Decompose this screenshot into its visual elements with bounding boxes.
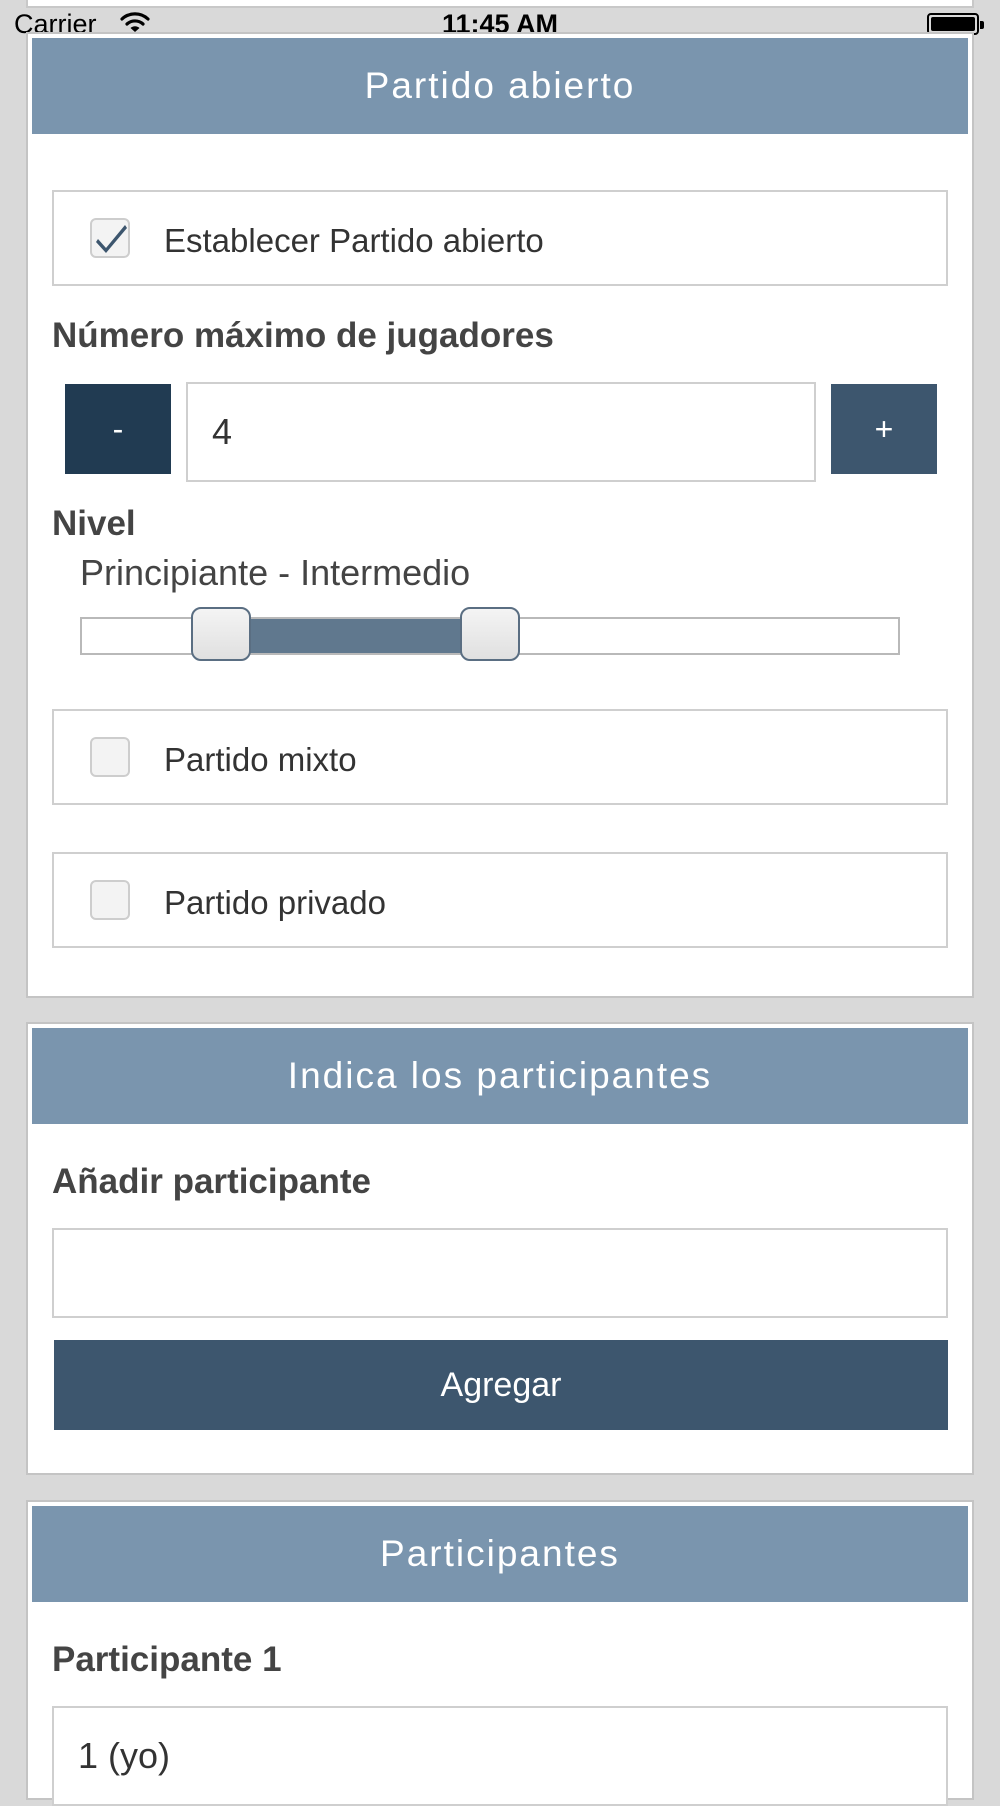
plus-label: +: [874, 410, 894, 447]
level-min-handle[interactable]: [190, 607, 251, 661]
max-players-input[interactable]: 4: [186, 382, 816, 482]
participant-1-input[interactable]: 1 (yo): [52, 1706, 948, 1806]
max-players-value: 4: [212, 411, 233, 452]
previous-card-edge: [26, 0, 974, 8]
increase-players-button[interactable]: +: [831, 384, 937, 474]
minus-label: -: [112, 410, 124, 447]
open-match-header: Partido abierto: [32, 38, 968, 134]
mixed-match-checkbox[interactable]: [90, 737, 130, 777]
level-range-slider[interactable]: [80, 607, 900, 661]
private-match-checkbox-row[interactable]: Partido privado: [52, 852, 948, 948]
participants-form-header: Indica los participantes: [32, 1028, 968, 1124]
participants-header: Participantes: [32, 1506, 968, 1602]
open-match-checkbox-label: Establecer Partido abierto: [164, 222, 544, 259]
add-participant-button[interactable]: Agregar: [54, 1340, 948, 1430]
level-range-value: Principiante - Intermedio: [80, 552, 471, 593]
participant-1-label: Participante 1: [52, 1640, 282, 1679]
add-participant-label: Añadir participante: [52, 1162, 371, 1201]
mixed-match-label: Partido mixto: [164, 741, 357, 778]
open-match-card: Partido abierto Establecer Partido abier…: [26, 32, 974, 998]
participant-1-value: 1 (yo): [78, 1735, 171, 1776]
private-match-label: Partido privado: [164, 884, 386, 921]
level-label: Nivel: [52, 504, 136, 543]
add-participant-input[interactable]: [52, 1228, 948, 1318]
open-match-checkbox-row[interactable]: Establecer Partido abierto: [52, 190, 948, 286]
private-match-checkbox[interactable]: [90, 880, 130, 920]
level-range-fill: [220, 619, 490, 653]
checkmark-icon: [96, 225, 127, 253]
participants-form-card: Indica los participantes Añadir particip…: [26, 1022, 974, 1475]
open-match-checkbox[interactable]: [90, 218, 130, 258]
max-players-label: Número máximo de jugadores: [52, 316, 554, 355]
level-max-handle[interactable]: [460, 607, 520, 661]
decrease-players-button[interactable]: -: [65, 384, 171, 474]
mixed-match-checkbox-row[interactable]: Partido mixto: [52, 709, 948, 805]
participants-card: Participantes Participante 1 1 (yo): [26, 1500, 974, 1806]
